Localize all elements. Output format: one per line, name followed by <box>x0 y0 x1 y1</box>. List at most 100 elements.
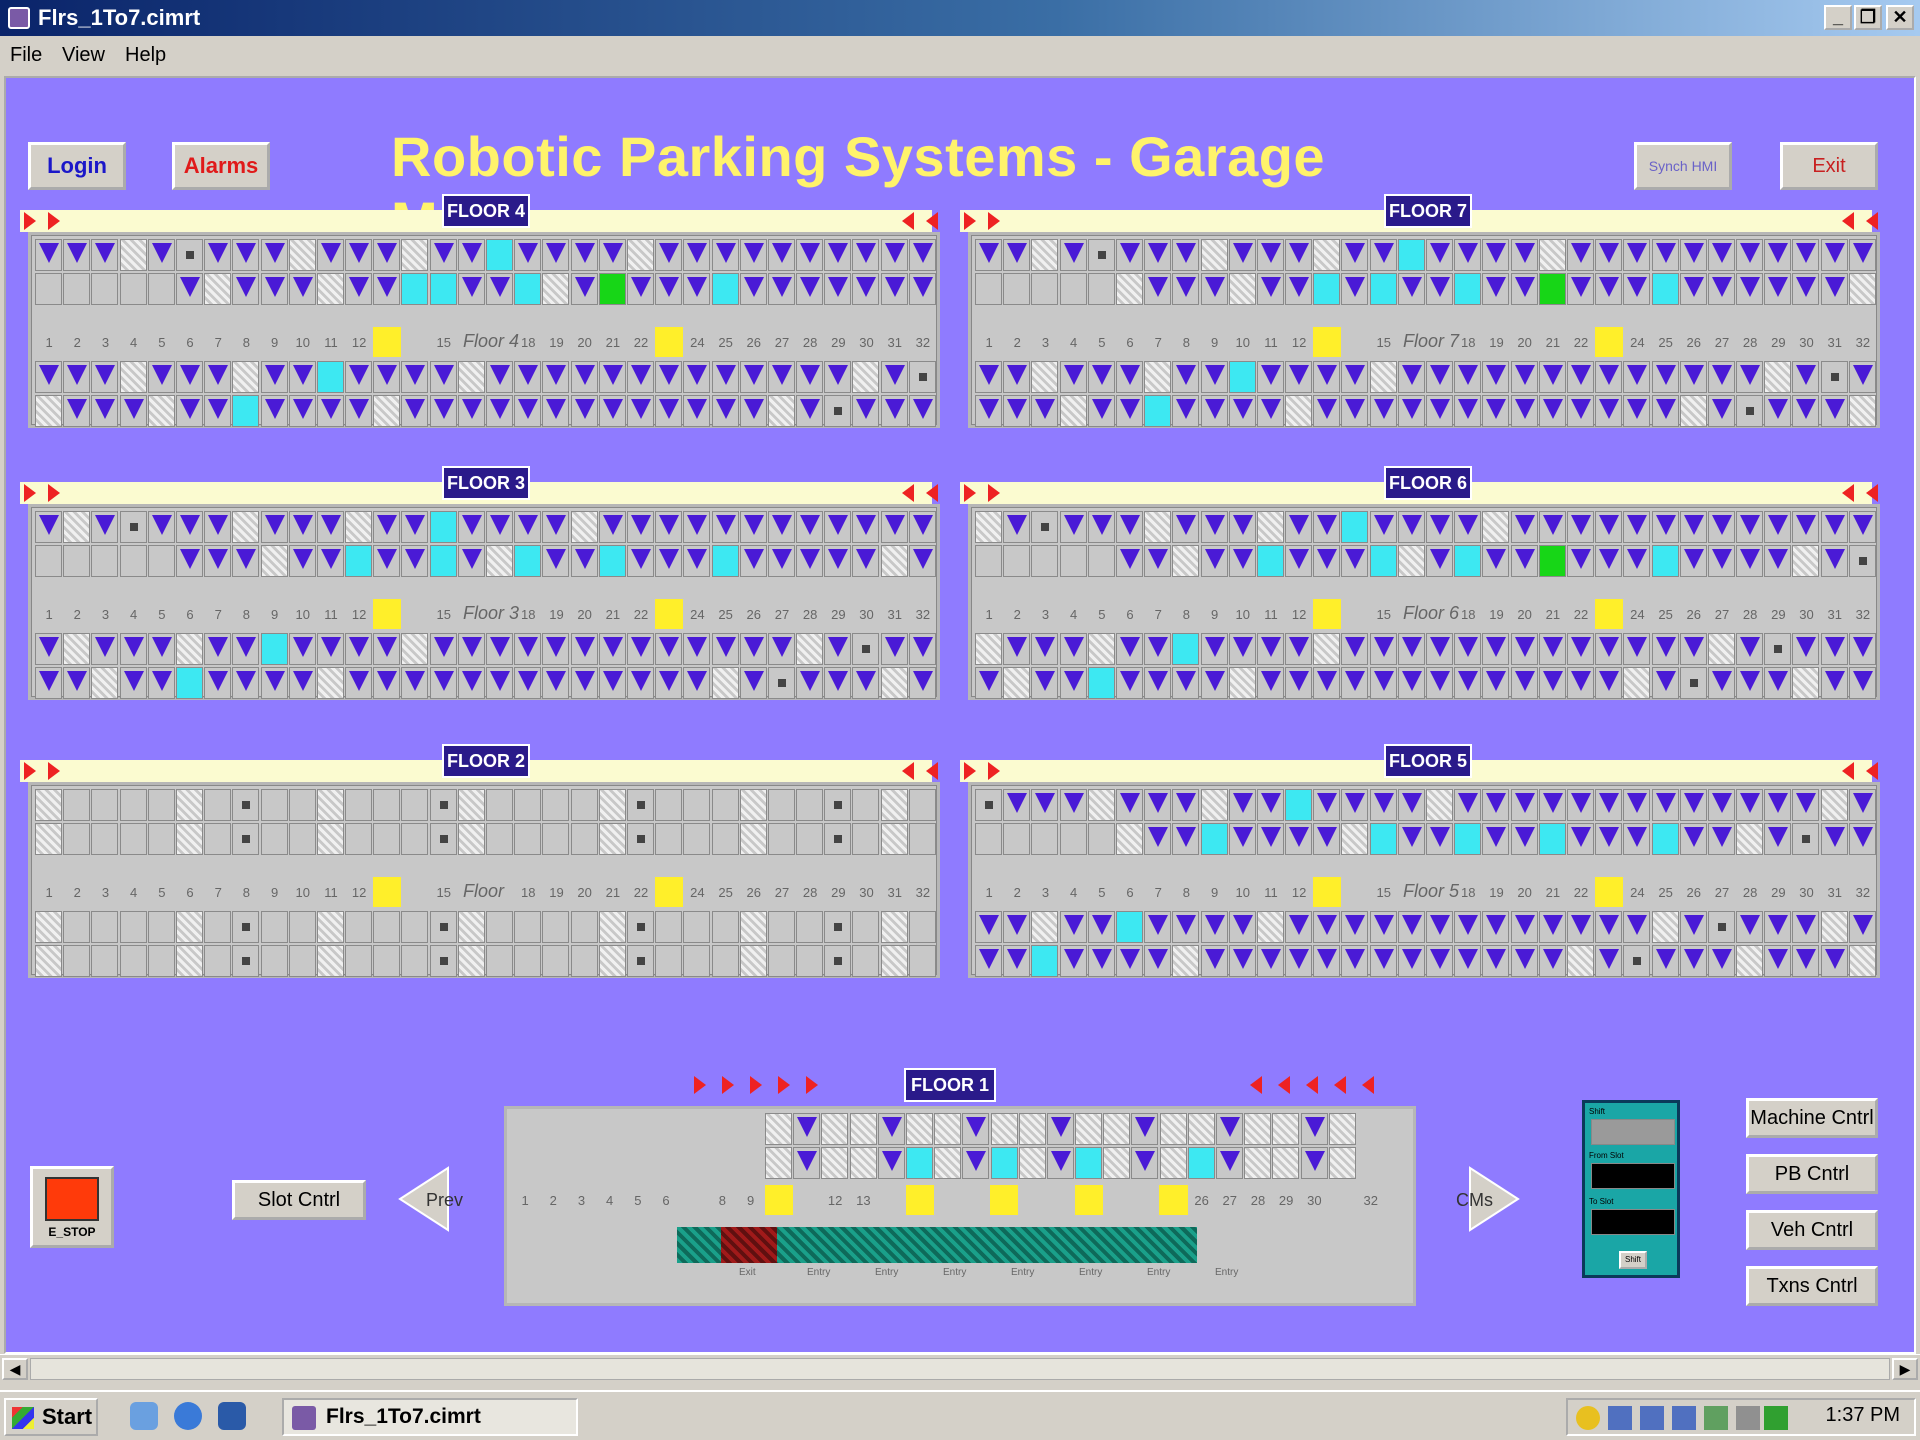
parking-slot[interactable] <box>1031 945 1059 977</box>
parking-slot[interactable] <box>345 273 373 305</box>
parking-slot[interactable] <box>1482 239 1510 271</box>
parking-slot[interactable] <box>1285 823 1313 855</box>
parking-slot[interactable] <box>824 273 852 305</box>
parking-slot[interactable] <box>35 395 62 427</box>
parking-slot[interactable] <box>975 511 1002 543</box>
parking-slot[interactable] <box>739 945 767 977</box>
parking-slot[interactable] <box>373 789 401 821</box>
parking-slot[interactable] <box>1087 633 1115 665</box>
parking-slot[interactable] <box>1566 361 1594 393</box>
parking-slot[interactable] <box>91 667 119 699</box>
parking-slot[interactable] <box>1059 911 1087 943</box>
parking-slot[interactable] <box>1651 667 1679 699</box>
parking-slot[interactable] <box>1003 395 1031 427</box>
parking-slot[interactable] <box>1087 239 1115 271</box>
parking-slot[interactable] <box>1538 511 1566 543</box>
parking-slot[interactable] <box>1482 395 1510 427</box>
parking-slot[interactable] <box>1144 667 1172 699</box>
parking-slot[interactable] <box>824 667 852 699</box>
parking-slot[interactable] <box>1031 823 1059 855</box>
parking-slot[interactable] <box>1397 945 1425 977</box>
parking-slot[interactable] <box>683 395 711 427</box>
parking-slot[interactable] <box>1369 545 1397 577</box>
parking-slot[interactable] <box>1820 273 1848 305</box>
parking-slot[interactable] <box>1087 273 1115 305</box>
parking-slot[interactable] <box>1087 945 1115 977</box>
parking-slot[interactable] <box>824 361 852 393</box>
parking-slot[interactable] <box>1538 361 1566 393</box>
parking-slot[interactable] <box>1031 545 1059 577</box>
parking-slot[interactable] <box>345 789 373 821</box>
parking-slot[interactable] <box>63 633 91 665</box>
parking-slot[interactable] <box>1003 667 1031 699</box>
parking-slot[interactable] <box>908 789 936 821</box>
parking-slot[interactable] <box>401 273 429 305</box>
parking-slot[interactable] <box>486 911 513 943</box>
parking-slot[interactable] <box>1820 667 1848 699</box>
parking-slot[interactable] <box>316 823 344 855</box>
parking-slot[interactable] <box>683 239 711 271</box>
parking-slot[interactable] <box>514 511 542 543</box>
parking-slot[interactable] <box>1172 823 1200 855</box>
parking-slot[interactable] <box>457 667 485 699</box>
parking-slot[interactable] <box>1566 911 1594 943</box>
parking-slot[interactable] <box>429 395 457 427</box>
network-icon-3[interactable] <box>1672 1406 1696 1430</box>
parking-slot[interactable] <box>1087 511 1115 543</box>
parking-slot[interactable] <box>147 395 175 427</box>
parking-slot[interactable] <box>147 633 175 665</box>
parking-slot[interactable] <box>373 945 401 977</box>
parking-slot[interactable] <box>1426 545 1453 577</box>
parking-slot[interactable] <box>796 945 824 977</box>
parking-slot[interactable] <box>1369 945 1397 977</box>
parking-slot[interactable] <box>1764 667 1792 699</box>
parking-slot[interactable] <box>1200 361 1228 393</box>
parking-slot[interactable] <box>655 511 683 543</box>
vehicle-control-button[interactable]: Veh Cntrl <box>1746 1210 1878 1250</box>
parking-slot[interactable] <box>260 239 288 271</box>
parking-slot[interactable] <box>1707 823 1735 855</box>
parking-slot[interactable] <box>908 545 936 577</box>
parking-slot[interactable] <box>35 633 62 665</box>
parking-slot[interactable] <box>908 911 936 943</box>
parking-slot[interactable] <box>232 945 260 977</box>
parking-slot[interactable] <box>1736 273 1764 305</box>
parking-slot[interactable] <box>1131 1113 1159 1145</box>
parking-slot[interactable] <box>1172 633 1200 665</box>
parking-slot[interactable] <box>570 911 598 943</box>
parking-slot[interactable] <box>655 239 683 271</box>
parking-slot[interactable] <box>1482 545 1510 577</box>
parking-slot[interactable] <box>1510 395 1538 427</box>
parking-slot[interactable] <box>1313 945 1341 977</box>
parking-slot[interactable] <box>683 667 711 699</box>
parking-slot[interactable] <box>63 911 91 943</box>
parking-slot[interactable] <box>1341 823 1369 855</box>
parking-slot[interactable] <box>683 945 711 977</box>
parking-slot[interactable] <box>1115 633 1143 665</box>
parking-slot[interactable] <box>1397 545 1425 577</box>
speaker-icon[interactable] <box>1736 1406 1760 1430</box>
parking-slot[interactable] <box>232 511 260 543</box>
parking-slot[interactable] <box>1285 789 1313 821</box>
parking-slot[interactable] <box>1397 633 1425 665</box>
parking-slot[interactable] <box>1031 911 1059 943</box>
parking-slot[interactable] <box>1848 273 1876 305</box>
parking-slot[interactable] <box>1510 823 1538 855</box>
parking-slot[interactable] <box>1426 273 1453 305</box>
parking-slot[interactable] <box>1313 511 1341 543</box>
parking-slot[interactable] <box>1172 789 1200 821</box>
parking-slot[interactable] <box>1115 823 1143 855</box>
parking-slot[interactable] <box>655 273 683 305</box>
parking-slot[interactable] <box>793 1147 821 1179</box>
parking-slot[interactable] <box>175 911 203 943</box>
parking-slot[interactable] <box>1046 1113 1074 1145</box>
parking-slot[interactable] <box>457 361 485 393</box>
parking-slot[interactable] <box>1159 1147 1187 1179</box>
parking-slot[interactable] <box>514 273 542 305</box>
parking-slot[interactable] <box>1003 511 1031 543</box>
parking-slot[interactable] <box>1256 945 1284 977</box>
parking-slot[interactable] <box>373 633 401 665</box>
parking-slot[interactable] <box>63 395 91 427</box>
parking-slot[interactable] <box>514 945 542 977</box>
parking-slot[interactable] <box>1159 1113 1187 1145</box>
